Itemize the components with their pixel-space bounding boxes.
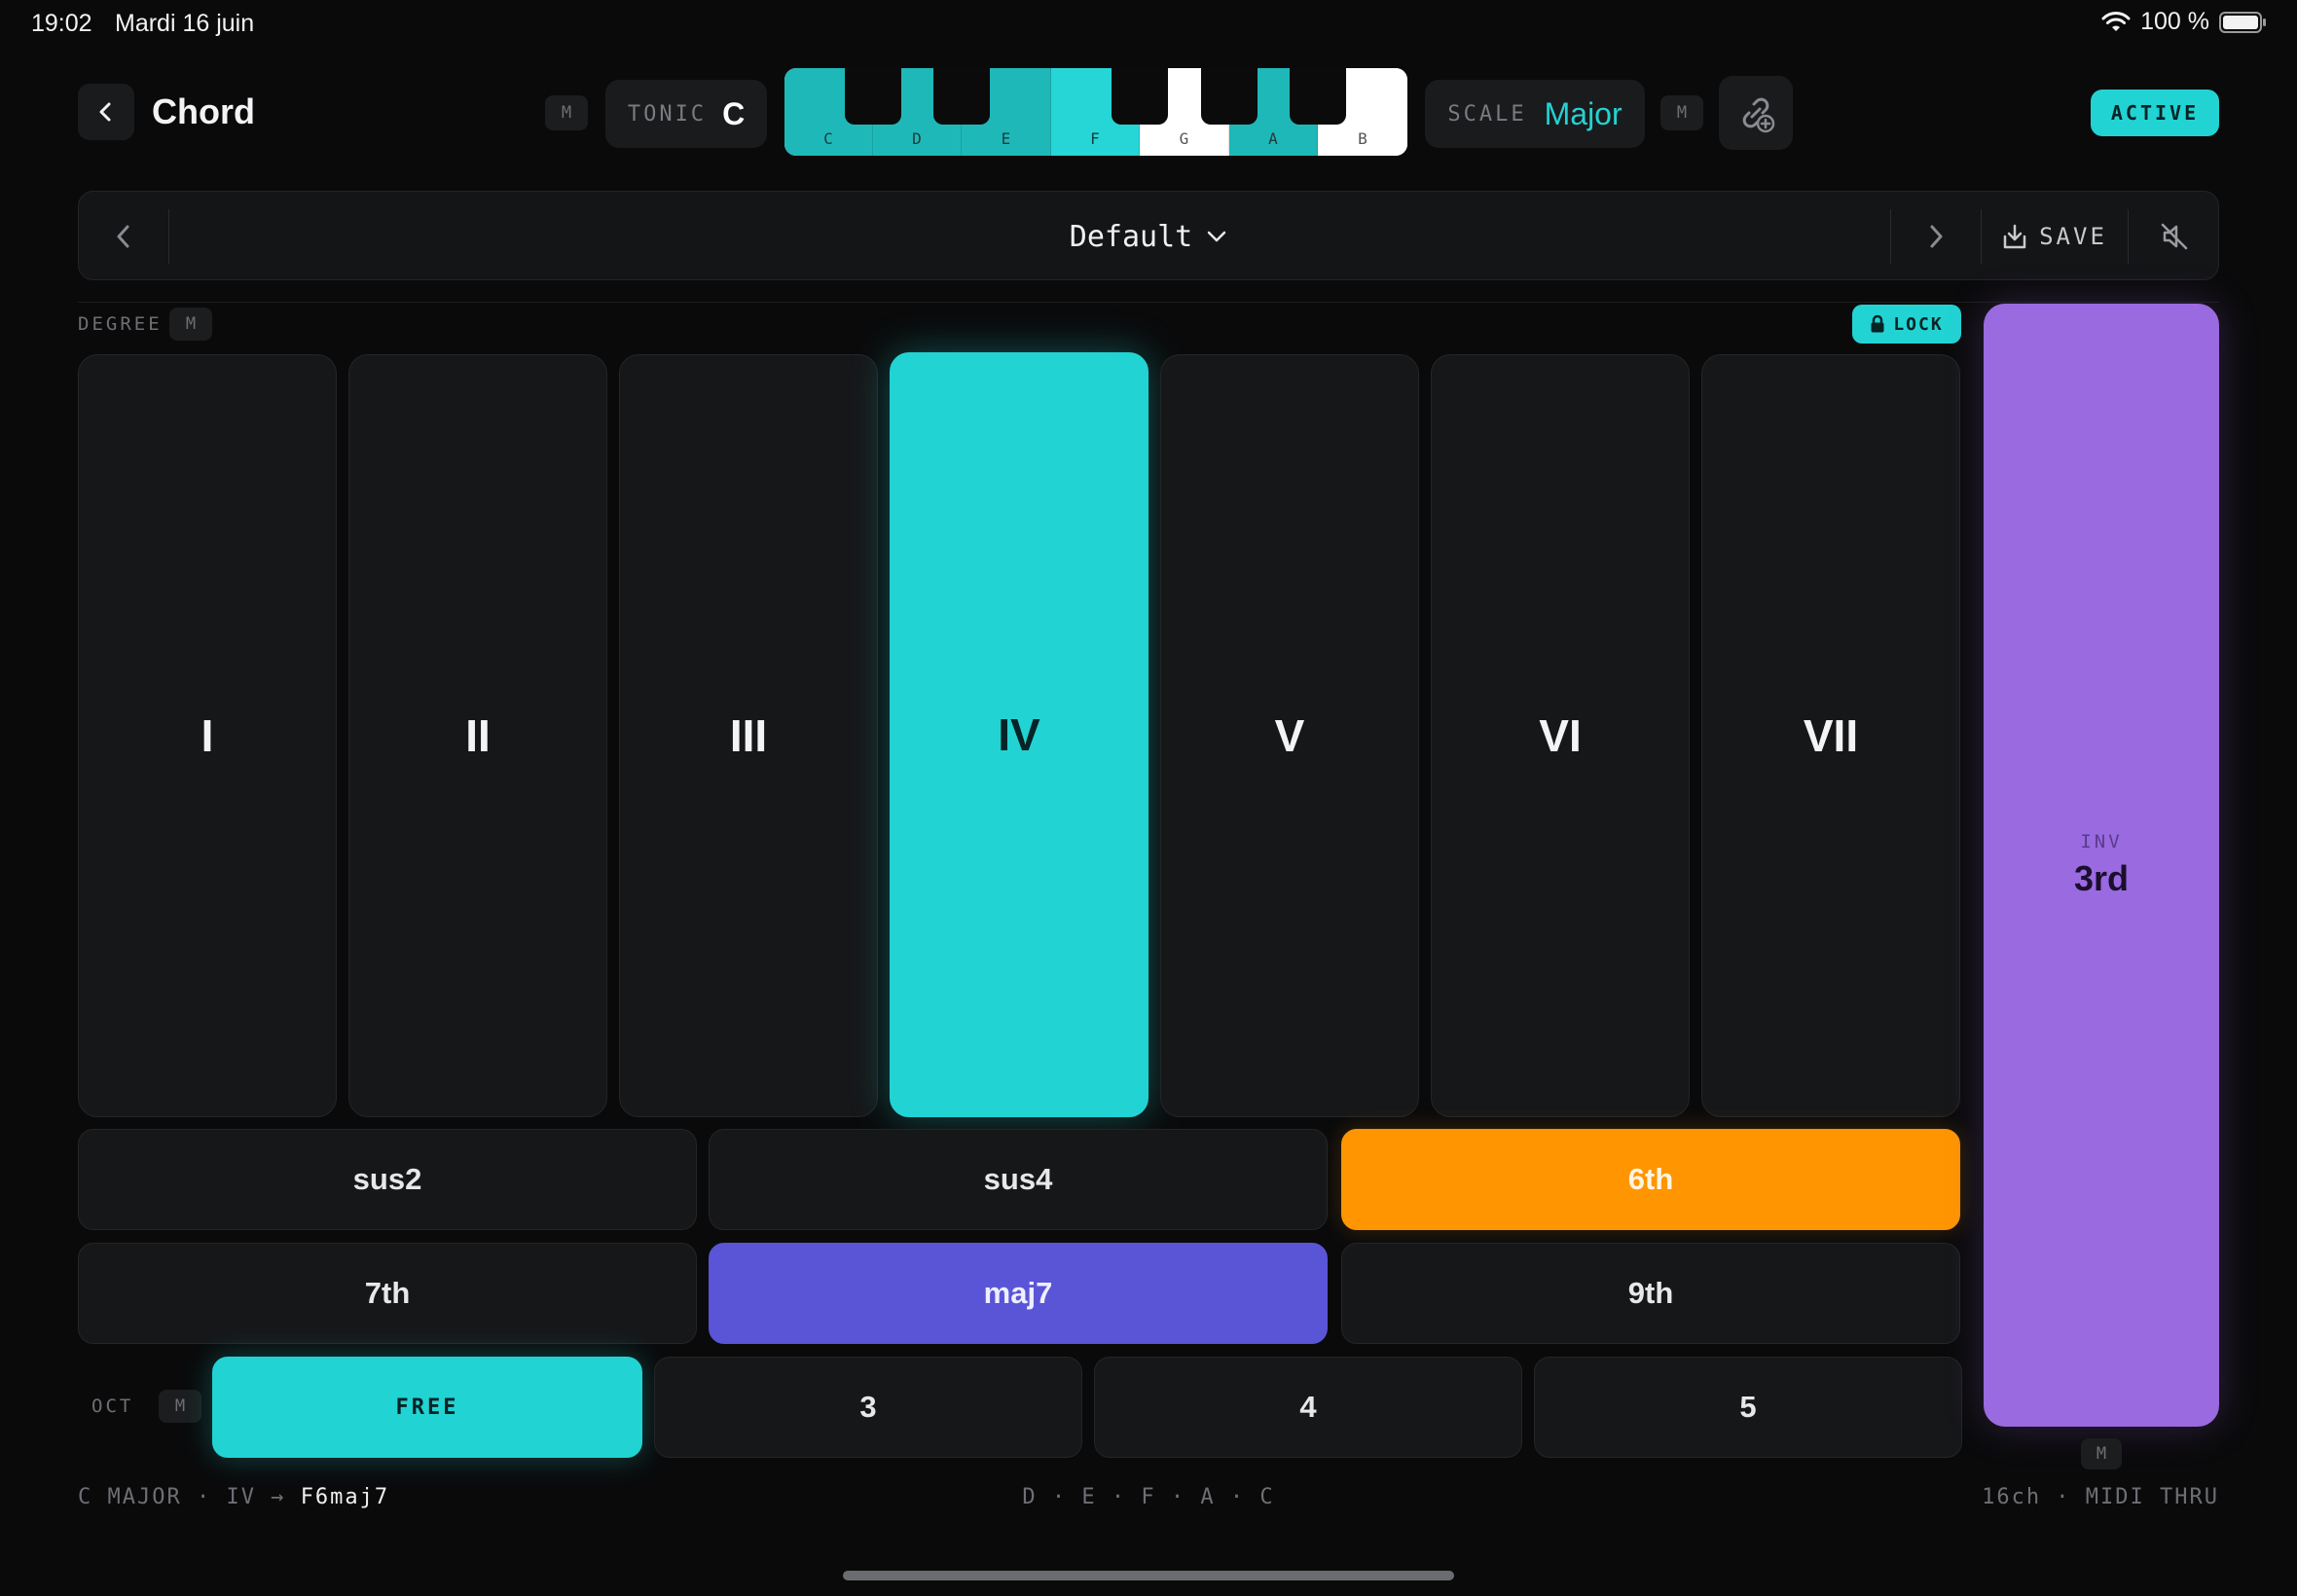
- ext-sus4-button[interactable]: sus4: [709, 1129, 1328, 1230]
- preset-name: Default: [1069, 219, 1193, 254]
- ext-maj7-button[interactable]: maj7: [709, 1243, 1328, 1344]
- degree-pad-iv[interactable]: IV: [890, 352, 1148, 1117]
- ext-sus2-button[interactable]: sus2: [78, 1129, 697, 1230]
- tonic-value: C: [722, 95, 746, 131]
- lock-label: LOCK: [1893, 313, 1944, 335]
- status-bar: 19:02 Mardi 16 juin 100 %: [0, 0, 2297, 47]
- inversion-label: INV: [2080, 831, 2123, 852]
- key-label-e: E: [1001, 129, 1011, 148]
- download-icon: [2003, 224, 2026, 249]
- link-plus-icon: [1742, 97, 1775, 133]
- chord-notes: D · E · F · A · C: [1022, 1485, 1275, 1509]
- degree-pad-vii[interactable]: VII: [1701, 354, 1960, 1117]
- degree-pad-ii[interactable]: II: [348, 354, 607, 1117]
- scale-midi-learn-button[interactable]: M: [1660, 95, 1703, 130]
- black-key-fsharp[interactable]: [1112, 68, 1168, 125]
- ext-6th-button[interactable]: 6th: [1341, 1129, 1960, 1230]
- midi-status: 16ch · MIDI THRU: [1982, 1485, 2219, 1509]
- tonic-midi-learn-button[interactable]: M: [545, 95, 588, 130]
- mute-button[interactable]: [2129, 192, 2220, 281]
- save-button[interactable]: SAVE: [1982, 192, 2128, 281]
- octave-free-button[interactable]: FREE: [212, 1357, 642, 1458]
- lock-icon: [1871, 314, 1884, 333]
- octave-5-button[interactable]: 5: [1534, 1357, 1962, 1458]
- degree-pad-v[interactable]: V: [1160, 354, 1419, 1117]
- active-badge[interactable]: ACTIVE: [2091, 90, 2219, 136]
- inversion-midi-learn-button[interactable]: M: [2081, 1438, 2122, 1469]
- scale-value: Major: [1544, 95, 1622, 131]
- inversion-strip[interactable]: INV 3rd: [1984, 304, 2219, 1427]
- octave-4-button[interactable]: 4: [1094, 1357, 1522, 1458]
- wifi-icon: [2101, 11, 2131, 31]
- ext-9th-button[interactable]: 9th: [1341, 1243, 1960, 1344]
- scale-selector[interactable]: SCALE Major: [1425, 80, 1645, 148]
- status-time: 19:02: [31, 10, 92, 37]
- save-label: SAVE: [2039, 223, 2107, 250]
- lock-button[interactable]: LOCK: [1852, 305, 1961, 344]
- chevron-down-icon: [1207, 231, 1226, 242]
- tonic-selector[interactable]: TONIC C: [605, 80, 767, 148]
- key-label-a: A: [1268, 129, 1278, 148]
- scale-keyboard[interactable]: C D E F G A B: [784, 68, 1407, 156]
- ext-7th-button[interactable]: 7th: [78, 1243, 697, 1344]
- chevron-left-icon: [99, 102, 111, 122]
- tonic-label: TONIC: [627, 101, 708, 127]
- preset-next-button[interactable]: [1891, 192, 1981, 281]
- octave-label: OCT: [91, 1396, 134, 1417]
- black-key-csharp[interactable]: [845, 68, 901, 125]
- black-key-asharp[interactable]: [1290, 68, 1346, 125]
- battery-icon: [2219, 11, 2266, 33]
- octave-3-button[interactable]: 3: [654, 1357, 1082, 1458]
- degree-pad-vi[interactable]: VI: [1431, 354, 1690, 1117]
- section-divider: [78, 302, 2219, 303]
- preset-bar: Default SAVE: [78, 191, 2219, 280]
- scale-label: SCALE: [1447, 101, 1527, 127]
- page-title: Chord: [152, 91, 255, 131]
- inversion-value: 3rd: [2073, 858, 2130, 898]
- speaker-mute-icon: [2161, 223, 2188, 250]
- key-label-g: G: [1179, 129, 1189, 148]
- black-key-dsharp[interactable]: [933, 68, 990, 125]
- degree-pad-iii[interactable]: III: [619, 354, 878, 1117]
- degree-label: DEGREE: [78, 313, 163, 335]
- back-button[interactable]: [78, 84, 134, 140]
- key-label-b: B: [1358, 129, 1367, 148]
- black-key-gsharp[interactable]: [1201, 68, 1258, 125]
- key-label-d: D: [912, 129, 922, 148]
- battery-percent: 100 %: [2140, 8, 2209, 35]
- octave-midi-learn-button[interactable]: M: [159, 1390, 201, 1423]
- key-label-c: C: [823, 129, 833, 148]
- home-indicator[interactable]: [843, 1571, 1454, 1580]
- status-right: 100 %: [2101, 8, 2268, 36]
- chevron-right-icon: [1930, 225, 1943, 248]
- degree-midi-learn-button[interactable]: M: [169, 308, 212, 341]
- status-date: Mardi 16 juin: [115, 10, 255, 37]
- key-label-f: F: [1090, 129, 1100, 148]
- link-add-button[interactable]: [1719, 76, 1793, 150]
- degree-pad-i[interactable]: I: [78, 354, 337, 1117]
